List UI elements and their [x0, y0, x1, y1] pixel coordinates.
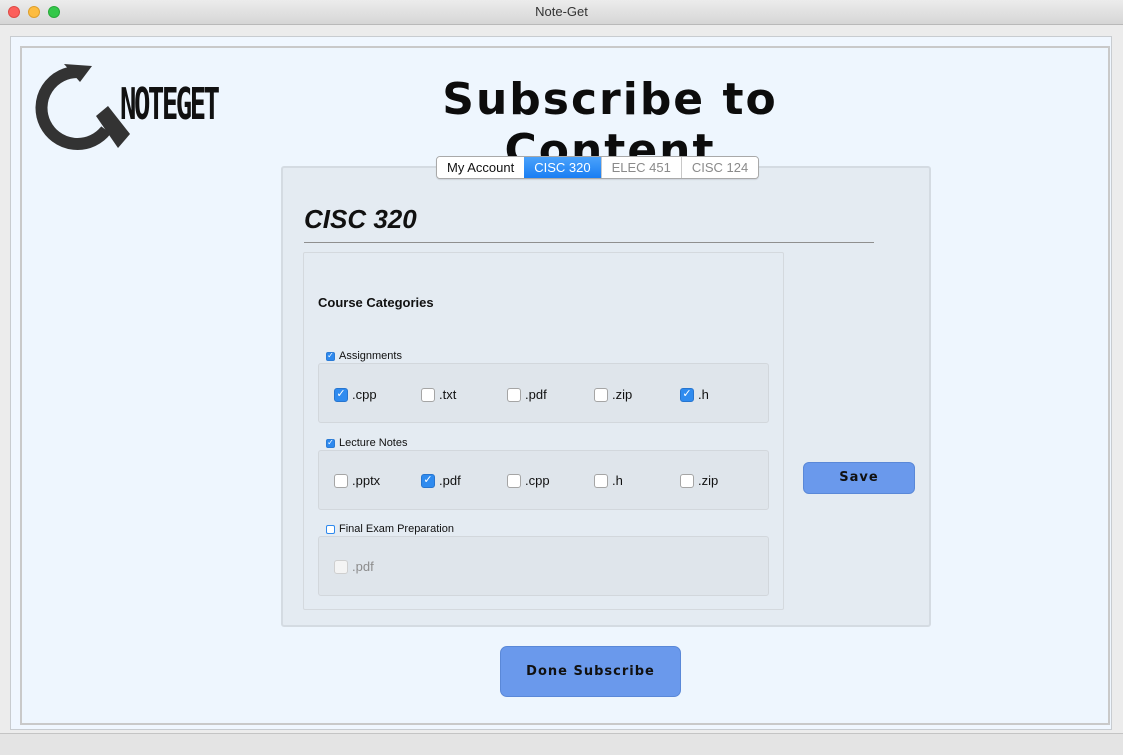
- checkbox-icon: ✓: [326, 438, 335, 448]
- checkbox-icon: [421, 387, 435, 402]
- option-final-pdf: .pdf: [334, 559, 374, 574]
- option-lecture-zip[interactable]: .zip: [680, 473, 718, 488]
- checkbox-icon: [326, 524, 335, 534]
- option-assignments-pdf[interactable]: .pdf: [507, 387, 547, 402]
- group-checkbox-assignments[interactable]: ✓ Assignments: [326, 350, 402, 362]
- option-lecture-pdf[interactable]: ✓ .pdf: [421, 473, 461, 488]
- maximize-window-button[interactable]: [48, 6, 60, 18]
- window-title: Note-Get: [535, 4, 588, 19]
- logo-wordmark: NOTEGET: [120, 79, 220, 130]
- option-label: .pdf: [439, 473, 461, 488]
- checkbox-icon: ✓: [334, 387, 348, 402]
- group-checkbox-final-exam[interactable]: Final Exam Preparation: [326, 523, 454, 535]
- option-label: .pptx: [352, 473, 381, 488]
- option-lecture-pptx[interactable]: .pptx: [334, 473, 380, 488]
- checkbox-icon: [594, 473, 608, 488]
- option-lecture-cpp[interactable]: .cpp: [507, 473, 550, 488]
- window-titlebar: Note-Get: [0, 0, 1123, 25]
- group-box-assignments: ✓ .cpp .txt .pdf .zip ✓ .h: [318, 363, 769, 423]
- group-box-final-exam: .pdf: [318, 536, 769, 596]
- group-box-lecture-notes: .pptx ✓ .pdf .cpp .h .zip: [318, 450, 769, 510]
- option-assignments-txt[interactable]: .txt: [421, 387, 456, 402]
- checkbox-icon: [507, 387, 521, 402]
- minimize-window-button[interactable]: [28, 6, 40, 18]
- bottom-strip: [0, 733, 1123, 755]
- group-label-assignments: Assignments: [339, 350, 402, 362]
- option-label: .txt: [439, 387, 457, 402]
- checkbox-icon: ✓: [326, 351, 335, 361]
- close-window-button[interactable]: [8, 6, 20, 18]
- title-divider: [304, 242, 874, 243]
- tab-bar: My Account CISC 320 ELEC 451 CISC 124: [436, 156, 760, 179]
- tab-elec-451[interactable]: ELEC 451: [600, 157, 681, 178]
- checkbox-icon: [680, 473, 694, 488]
- checkbox-icon: [594, 387, 608, 402]
- option-label: .zip: [698, 473, 719, 488]
- option-label: .cpp: [525, 473, 550, 488]
- done-subscribe-button[interactable]: Done Subscribe: [500, 646, 681, 697]
- save-button[interactable]: Save: [803, 462, 915, 494]
- option-assignments-cpp[interactable]: ✓ .cpp: [334, 387, 377, 402]
- checkbox-icon: ✓: [421, 473, 435, 488]
- checkbox-icon: [334, 559, 348, 574]
- checkbox-icon: ✓: [680, 387, 694, 402]
- group-label-final-exam: Final Exam Preparation: [339, 523, 454, 535]
- option-label: .h: [612, 473, 623, 488]
- checkbox-icon: [507, 473, 521, 488]
- tab-cisc-124[interactable]: CISC 124: [680, 157, 759, 178]
- group-label-lecture-notes: Lecture Notes: [339, 437, 408, 449]
- tab-cisc-320[interactable]: CISC 320: [524, 157, 601, 178]
- checkbox-icon: [334, 473, 348, 488]
- option-assignments-zip[interactable]: .zip: [594, 387, 632, 402]
- option-label: .cpp: [352, 387, 377, 402]
- option-label: .zip: [612, 387, 633, 402]
- option-label: .h: [698, 387, 709, 402]
- categories-heading: Course Categories: [318, 295, 434, 310]
- group-checkbox-lecture-notes[interactable]: ✓ Lecture Notes: [326, 437, 407, 449]
- option-assignments-h[interactable]: ✓ .h: [680, 387, 709, 402]
- option-lecture-h[interactable]: .h: [594, 473, 623, 488]
- tab-my-account[interactable]: My Account: [437, 157, 525, 178]
- option-label: .pdf: [525, 387, 547, 402]
- option-label: .pdf: [352, 559, 374, 574]
- course-title: CISC 320: [304, 204, 417, 234]
